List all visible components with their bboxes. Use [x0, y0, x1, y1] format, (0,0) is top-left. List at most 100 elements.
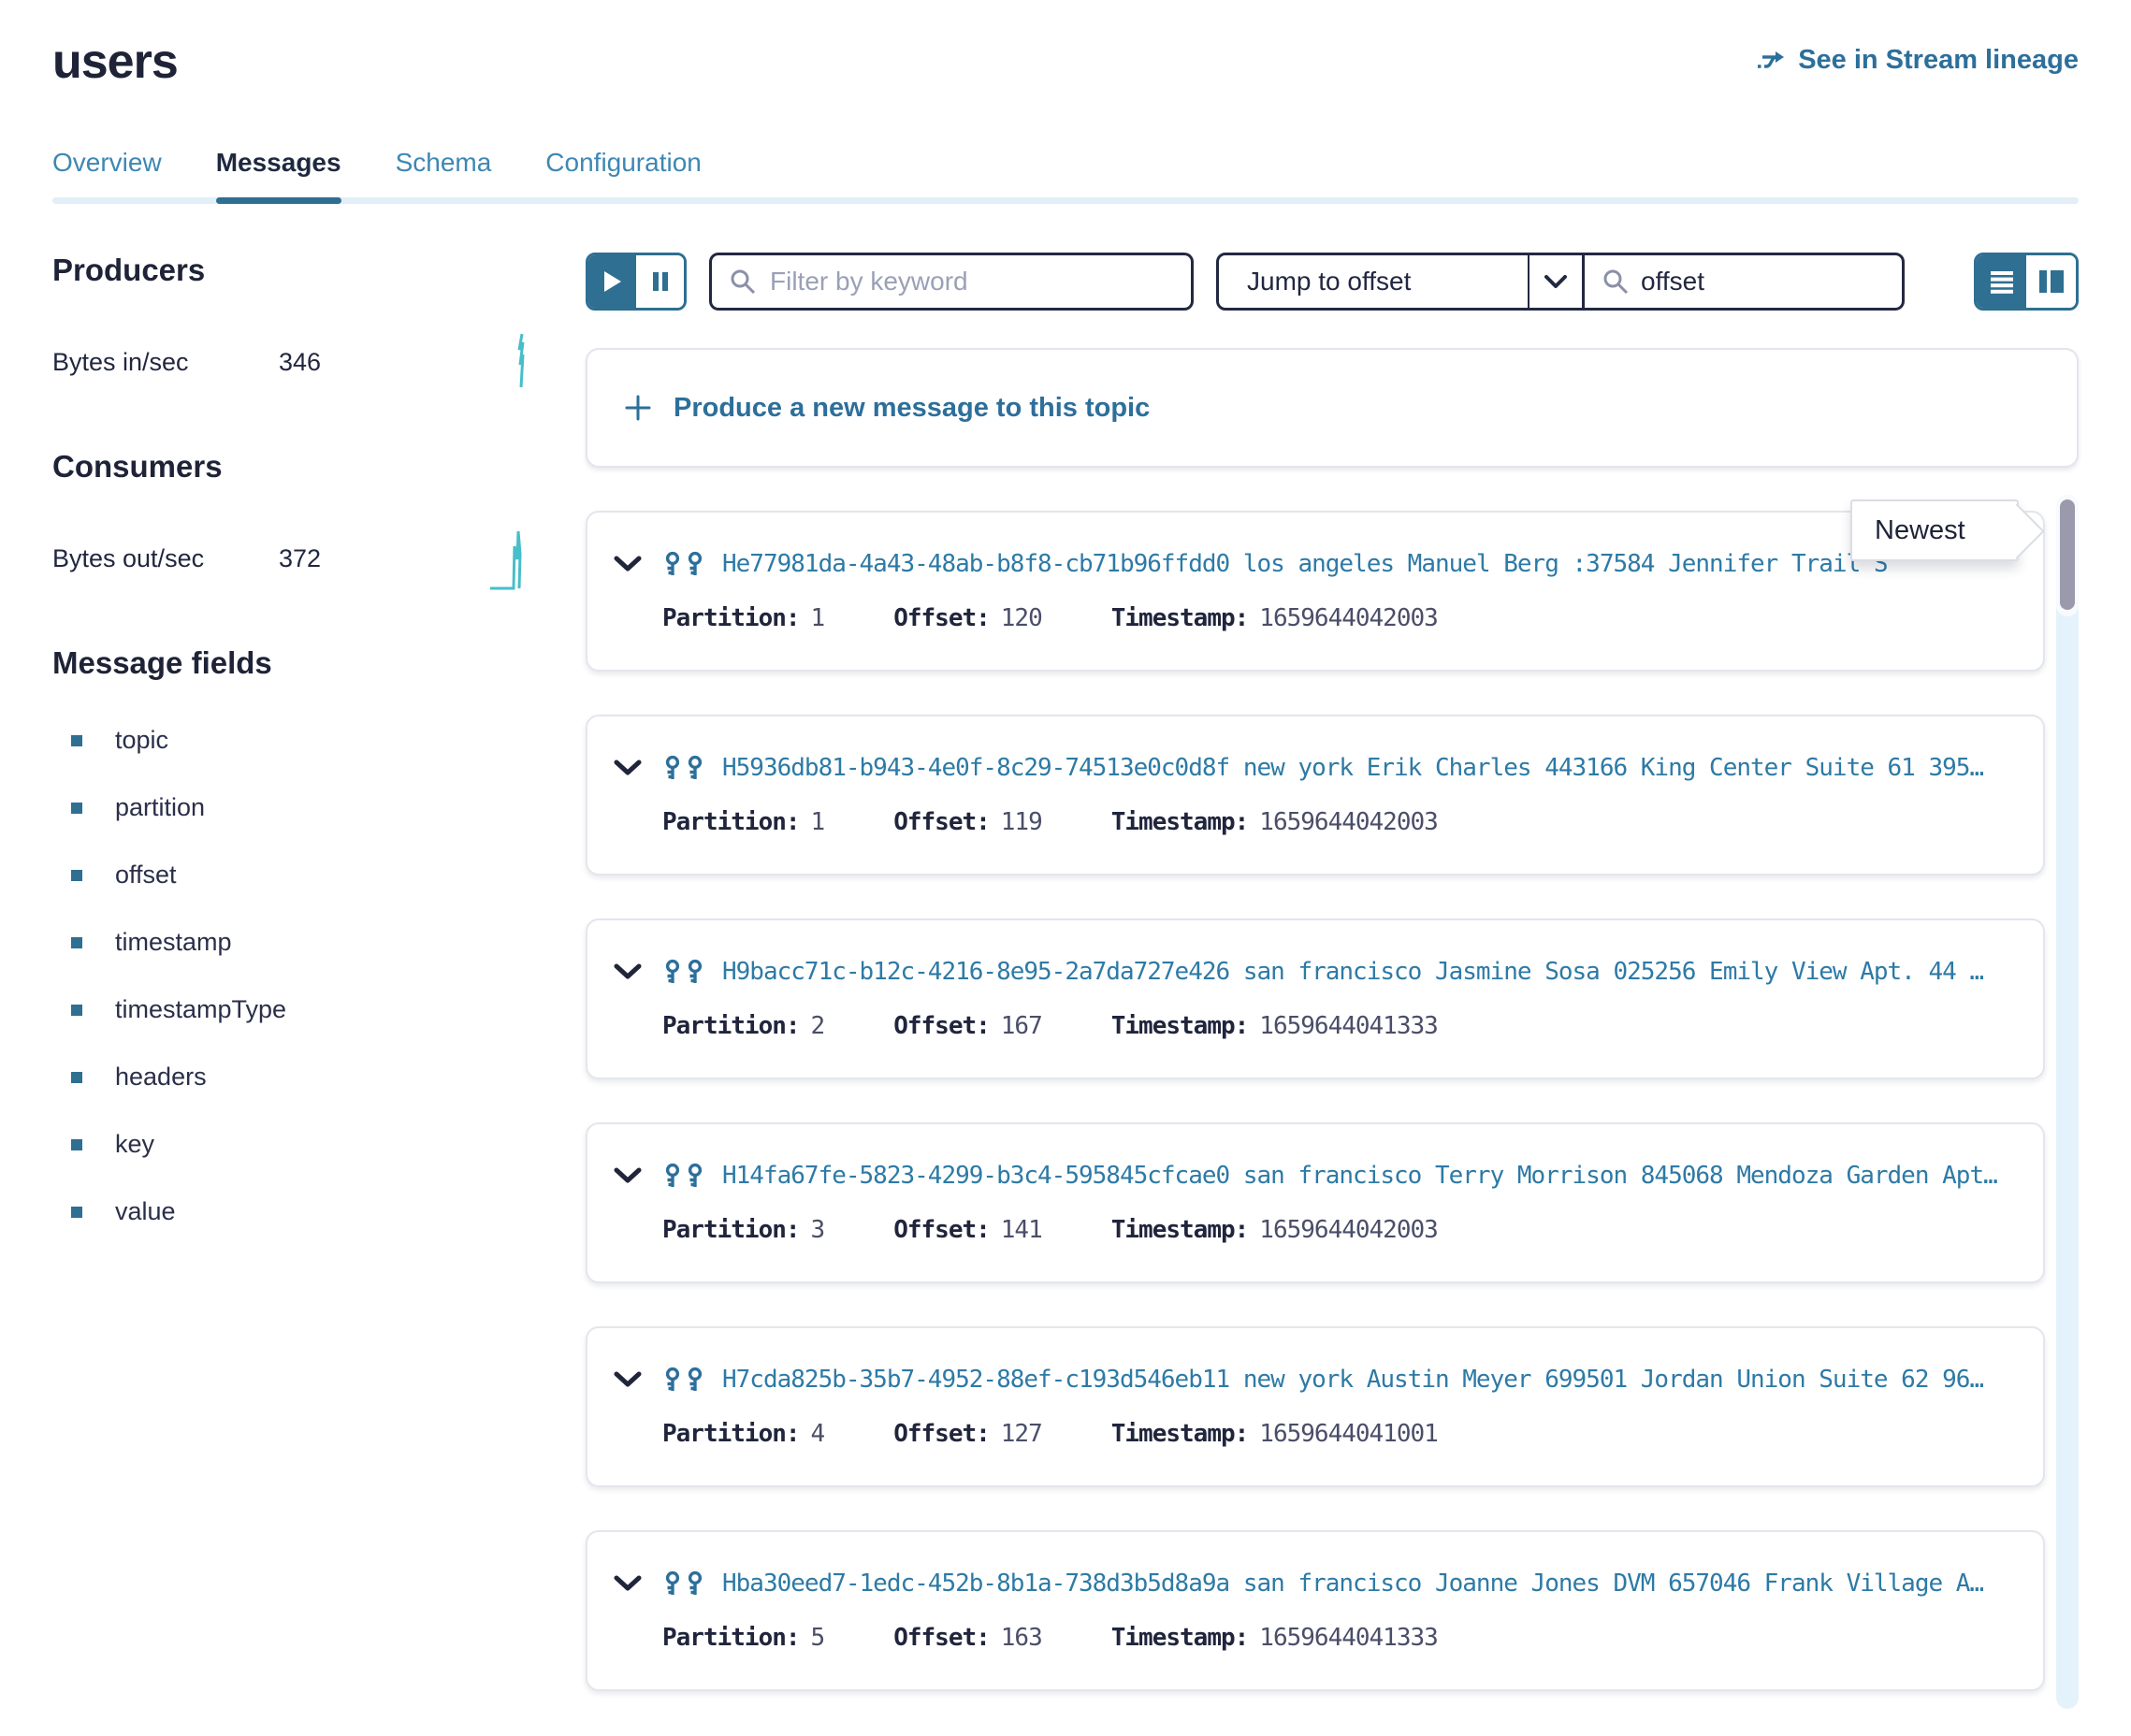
- offset-label: Offset:: [893, 1624, 990, 1652]
- play-button[interactable]: [588, 255, 636, 308]
- bytes-out-row: Bytes out/sec 372: [52, 526, 531, 591]
- list-view-icon: [1990, 269, 2014, 294]
- expand-chevron-icon[interactable]: [614, 1371, 642, 1388]
- search-icon: [1602, 268, 1630, 296]
- message-card[interactable]: H5936db81-b943-4e0f-8c29-74513e0c0d8f ne…: [586, 715, 2045, 875]
- produce-message-button[interactable]: Produce a new message to this topic: [586, 348, 2079, 468]
- messages-panel: Jump to offset: [586, 253, 2079, 1734]
- timestamp-label: Timestamp:: [1111, 1012, 1249, 1040]
- offset-search-box[interactable]: [1582, 255, 1902, 308]
- field-item-timestampType[interactable]: timestampType: [52, 995, 531, 1024]
- partition-value: 2: [811, 1012, 825, 1040]
- message-key-preview: He77981da-4a43-48ab-b8f8-cb71b96ffdd0 lo…: [722, 550, 1888, 578]
- partition-label: Partition:: [662, 604, 800, 632]
- timestamp-value: 1659644042003: [1259, 1216, 1438, 1244]
- list-view-button[interactable]: [1977, 255, 2026, 308]
- consumers-heading: Consumers: [52, 449, 531, 485]
- partition-label: Partition:: [662, 1420, 800, 1448]
- filter-input[interactable]: [770, 267, 1174, 297]
- timestamp-label: Timestamp:: [1111, 1420, 1249, 1448]
- expand-chevron-icon[interactable]: [614, 963, 642, 980]
- timestamp-value: 1659644042003: [1259, 604, 1438, 632]
- bullet-icon: [71, 1005, 82, 1016]
- scrollbar-thumb[interactable]: [2060, 499, 2075, 610]
- bytes-out-label: Bytes out/sec: [52, 544, 279, 573]
- partition-value: 5: [811, 1624, 825, 1652]
- bytes-out-sparkline: [488, 526, 531, 591]
- message-key-preview: H7cda825b-35b7-4952-88ef-c193d546eb11 ne…: [722, 1366, 1983, 1394]
- offset-value: 120: [1001, 604, 1042, 632]
- field-item-topic[interactable]: topic: [52, 726, 531, 755]
- timestamp-value: 1659644041333: [1259, 1012, 1438, 1040]
- jump-to-offset-select[interactable]: Jump to offset: [1219, 255, 1528, 308]
- stream-lineage-arrow-icon: [1755, 48, 1787, 74]
- jump-select-chevron[interactable]: [1528, 255, 1582, 308]
- offset-label: Offset:: [893, 808, 990, 836]
- offset-value: 127: [1001, 1420, 1042, 1448]
- key-icon-pair: [662, 755, 705, 781]
- expand-chevron-icon[interactable]: [614, 760, 642, 776]
- messages-scrollbar[interactable]: [2056, 495, 2079, 1709]
- partition-value: 1: [811, 808, 825, 836]
- partition-value: 3: [811, 1216, 825, 1244]
- message-fields-heading: Message fields: [52, 645, 531, 681]
- play-icon: [603, 270, 622, 293]
- partition-value: 1: [811, 604, 825, 632]
- partition-value: 4: [811, 1420, 825, 1448]
- offset-label: Offset:: [893, 1012, 990, 1040]
- tab-configuration[interactable]: Configuration: [545, 148, 702, 204]
- field-item-timestamp[interactable]: timestamp: [52, 928, 531, 957]
- field-item-key[interactable]: key: [52, 1130, 531, 1159]
- pause-button[interactable]: [636, 255, 684, 308]
- field-item-partition[interactable]: partition: [52, 793, 531, 822]
- field-item-headers[interactable]: headers: [52, 1063, 531, 1092]
- tab-messages[interactable]: Messages: [216, 148, 341, 204]
- page-title: users: [52, 34, 178, 90]
- partition-label: Partition:: [662, 1216, 800, 1244]
- messages-list: Newest He77981da-4a43-48ab-b8f8-cb71b96f…: [586, 511, 2079, 1691]
- bullet-icon: [71, 870, 82, 881]
- bullet-icon: [71, 735, 82, 746]
- offset-label: Offset:: [893, 604, 990, 632]
- field-item-value[interactable]: value: [52, 1197, 531, 1226]
- tab-overview[interactable]: Overview: [52, 148, 162, 204]
- message-card[interactable]: H9bacc71c-b12c-4216-8e95-2a7da727e426 sa…: [586, 919, 2045, 1079]
- bytes-in-row: Bytes in/sec 346: [52, 329, 531, 395]
- expand-chevron-icon[interactable]: [614, 1575, 642, 1592]
- message-key-preview: H9bacc71c-b12c-4216-8e95-2a7da727e426 sa…: [722, 958, 1983, 986]
- message-card[interactable]: H7cda825b-35b7-4952-88ef-c193d546eb11 ne…: [586, 1326, 2045, 1487]
- partition-label: Partition:: [662, 808, 800, 836]
- offset-label: Offset:: [893, 1420, 990, 1448]
- see-in-stream-lineage-link[interactable]: See in Stream lineage: [1755, 45, 2079, 76]
- message-card[interactable]: He77981da-4a43-48ab-b8f8-cb71b96ffdd0 lo…: [586, 511, 2045, 672]
- field-item-offset[interactable]: offset: [52, 861, 531, 890]
- bullet-icon: [71, 803, 82, 814]
- bullet-icon: [71, 1207, 82, 1218]
- offset-label: Offset:: [893, 1216, 990, 1244]
- lineage-link-label: See in Stream lineage: [1798, 45, 2079, 76]
- view-mode-toggle[interactable]: [1974, 253, 2079, 311]
- pause-icon: [651, 270, 670, 293]
- topic-tabs: Overview Messages Schema Configuration: [52, 148, 2079, 204]
- key-icon-pair: [662, 1367, 705, 1393]
- message-card[interactable]: H14fa67fe-5823-4299-b3c4-595845cfcae0 sa…: [586, 1122, 2045, 1283]
- expand-chevron-icon[interactable]: [614, 556, 642, 572]
- offset-value: 119: [1001, 808, 1042, 836]
- columns-view-icon: [2038, 269, 2065, 294]
- timestamp-label: Timestamp:: [1111, 1624, 1249, 1652]
- filter-input-box[interactable]: [709, 253, 1194, 311]
- card-view-button[interactable]: [2026, 255, 2076, 308]
- message-card[interactable]: Hba30eed7-1edc-452b-8b1a-738d3b5d8a9a sa…: [586, 1530, 2045, 1691]
- tab-schema[interactable]: Schema: [396, 148, 492, 204]
- produce-message-label: Produce a new message to this topic: [674, 393, 1150, 424]
- page-header: users See in Stream lineage: [52, 0, 2079, 90]
- timestamp-label: Timestamp:: [1111, 1216, 1249, 1244]
- expand-chevron-icon[interactable]: [614, 1167, 642, 1184]
- play-pause-toggle[interactable]: [586, 253, 687, 311]
- partition-label: Partition:: [662, 1624, 800, 1652]
- timestamp-label: Timestamp:: [1111, 808, 1249, 836]
- key-icon-pair: [662, 1163, 705, 1189]
- offset-search-input[interactable]: [1641, 267, 1885, 297]
- bytes-in-value: 346: [279, 348, 321, 377]
- bytes-in-sparkline: [494, 329, 531, 395]
